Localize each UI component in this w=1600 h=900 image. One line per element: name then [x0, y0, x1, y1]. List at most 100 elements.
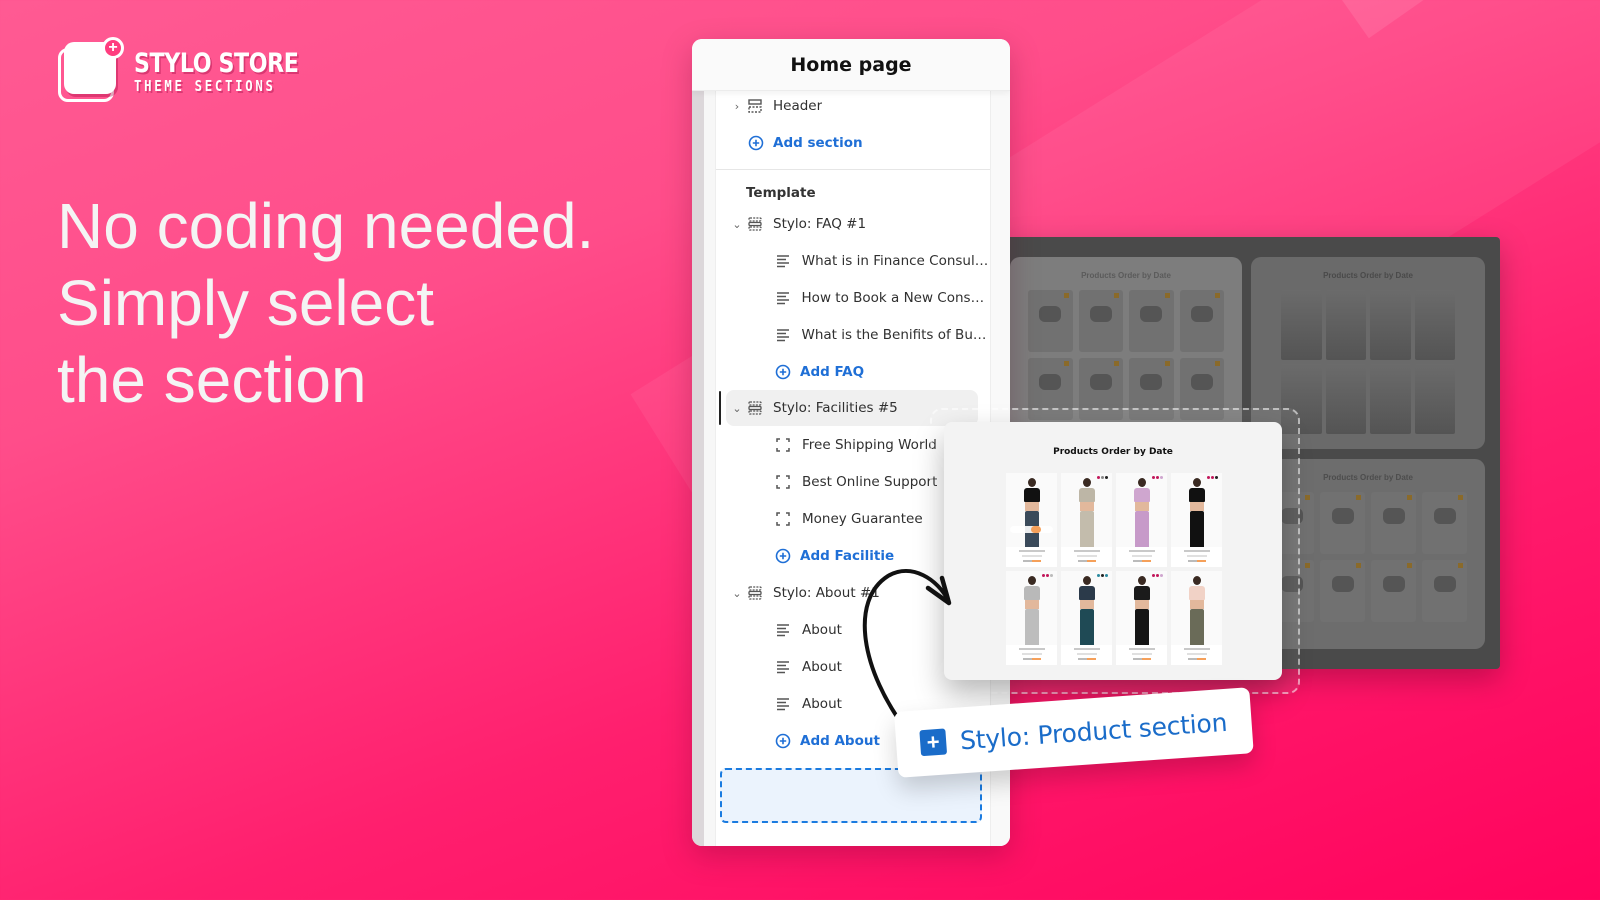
background-light-band: [1300, 0, 1600, 39]
section-icon: [748, 586, 764, 600]
product-card[interactable]: [1171, 571, 1222, 665]
block-label: Best Online Support: [802, 474, 938, 490]
product-image: [1006, 473, 1057, 547]
block-label: How to Book a New Consul...: [801, 290, 990, 306]
product-rating: [1021, 555, 1042, 557]
panel-title: Home page: [692, 39, 1010, 91]
logo-mark-icon: +: [58, 37, 124, 104]
product-price: [1077, 658, 1096, 660]
color-swatches[interactable]: [1097, 574, 1108, 577]
product-card[interactable]: [1116, 571, 1167, 665]
logo-plus-icon: +: [102, 37, 124, 59]
product-name: [1018, 550, 1045, 552]
text-lines-icon: [776, 697, 792, 711]
product-rating: [1186, 653, 1207, 655]
product-name: [1128, 550, 1155, 552]
brand-subtitle: THEME SECTIONS: [134, 77, 276, 95]
product-card[interactable]: [1061, 473, 1112, 567]
product-name: [1183, 550, 1210, 552]
product-card[interactable]: [1006, 473, 1057, 567]
product-image: [1171, 571, 1222, 645]
product-price: [1022, 658, 1041, 660]
header-section-icon: [748, 99, 764, 113]
plus-circle-icon: [748, 135, 764, 151]
section-drop-zone[interactable]: [720, 768, 982, 823]
add-block-label: Add FAQ: [800, 364, 865, 380]
section-item-header[interactable]: › Header: [730, 89, 990, 123]
product-name: [1073, 648, 1100, 650]
product-card[interactable]: [1061, 571, 1112, 665]
color-swatches[interactable]: [1152, 574, 1163, 577]
block-item[interactable]: How to Book a New Consul...: [776, 281, 990, 315]
chevron-down-icon[interactable]: ⌄: [730, 587, 744, 600]
product-name: [1183, 648, 1210, 650]
chevron-down-icon[interactable]: ⌄: [730, 218, 744, 231]
color-swatches[interactable]: [1042, 574, 1053, 577]
block-label: Free Shipping World: [802, 437, 937, 453]
frame-corners-icon: [776, 512, 792, 526]
product-grid: [1006, 473, 1222, 665]
section-label: Stylo: Facilities #5: [773, 400, 898, 416]
text-lines-icon: [776, 660, 792, 674]
section-item-faq[interactable]: ⌄ Stylo: FAQ #1: [730, 207, 990, 241]
text-lines-icon: [776, 623, 792, 637]
section-icon: [748, 401, 764, 415]
color-swatches[interactable]: [1207, 476, 1218, 479]
product-rating: [1021, 653, 1042, 655]
product-card[interactable]: [1006, 571, 1057, 665]
headline-line: the section: [57, 344, 367, 416]
frame-corners-icon: [776, 475, 792, 489]
block-item[interactable]: What is in Finance Consult...: [776, 244, 990, 278]
block-label: About: [802, 696, 842, 712]
product-section-preview: Products Order by Date: [944, 422, 1282, 680]
add-section-button[interactable]: Add section: [748, 126, 990, 160]
quick-actions-bar[interactable]: [1010, 526, 1053, 533]
headline: No coding needed. Simply select the sect…: [57, 188, 594, 419]
brand-logo: + STYLO STORE THEME SECTIONS: [58, 37, 335, 104]
product-name: [1128, 648, 1155, 650]
brand-title: STYLO STORE: [134, 48, 299, 79]
block-item[interactable]: What is the Benifits of Busi...: [776, 318, 990, 352]
chip-label: Stylo: Product section: [959, 707, 1229, 755]
color-swatches[interactable]: [1152, 476, 1163, 479]
selected-indicator: [719, 391, 721, 425]
product-card[interactable]: [1116, 473, 1167, 567]
color-swatches[interactable]: [1097, 476, 1108, 479]
plus-circle-icon: [775, 733, 791, 749]
divider: [716, 169, 990, 170]
product-price: [1077, 560, 1096, 562]
text-lines-icon: [776, 291, 792, 305]
preview-title: Products Order by Date: [1053, 447, 1173, 457]
add-square-icon: +: [919, 728, 948, 757]
chevron-right-icon[interactable]: ›: [730, 100, 744, 113]
add-section-label: Add section: [773, 135, 863, 151]
section-icon: [748, 217, 764, 231]
product-image: [1061, 571, 1112, 645]
section-label: Stylo: About #1: [773, 585, 880, 601]
product-name: [1073, 550, 1100, 552]
headline-line: Simply select: [57, 267, 434, 339]
product-rating: [1076, 653, 1097, 655]
add-block-label: Add About: [800, 733, 880, 749]
product-image: [1116, 571, 1167, 645]
product-image: [1116, 473, 1167, 547]
frame-corners-icon: [776, 438, 792, 452]
block-label: About: [802, 622, 842, 638]
product-image: [1061, 473, 1112, 547]
product-price: [1187, 658, 1206, 660]
headline-line: No coding needed.: [57, 190, 595, 262]
product-name: [1018, 648, 1045, 650]
product-rating: [1131, 555, 1152, 557]
product-price: [1187, 560, 1206, 562]
section-label: Stylo: FAQ #1: [773, 216, 867, 232]
product-card[interactable]: [1171, 473, 1222, 567]
product-price: [1132, 658, 1151, 660]
add-block-label: Add Facilitie: [800, 548, 895, 564]
chevron-down-icon[interactable]: ⌄: [730, 402, 744, 415]
block-label: What is in Finance Consult...: [801, 253, 990, 269]
plus-circle-icon: [775, 548, 791, 564]
plus-circle-icon: [775, 364, 791, 380]
add-faq-button[interactable]: Add FAQ: [775, 355, 990, 389]
text-lines-icon: [776, 254, 792, 268]
template-group-label: Template: [746, 185, 816, 201]
